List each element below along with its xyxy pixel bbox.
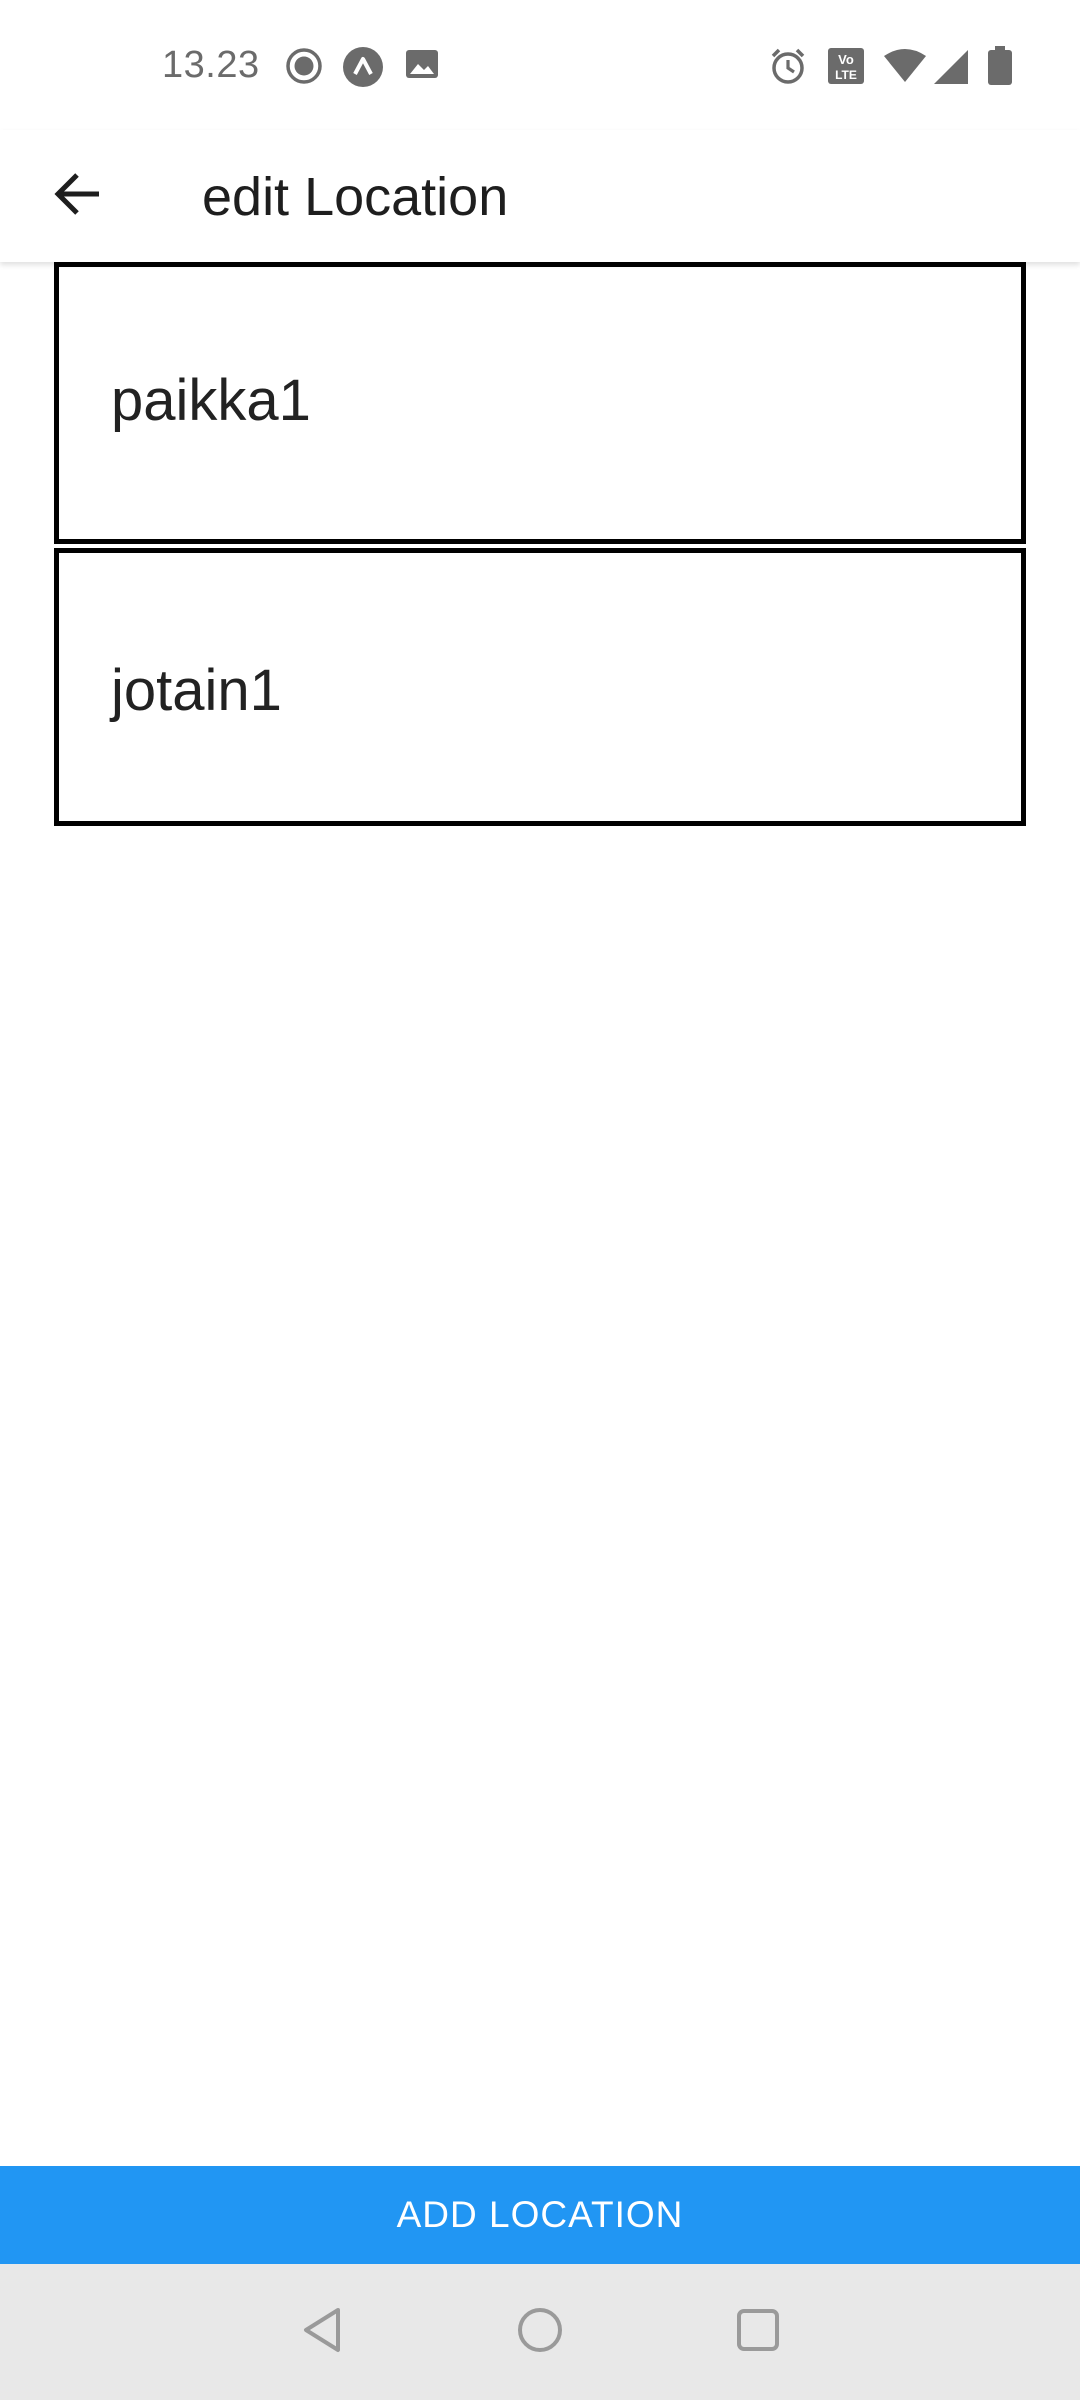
volte-icon: Vo LTE	[826, 46, 866, 86]
status-time: 13.23	[162, 44, 260, 86]
home-circle-icon	[515, 2305, 565, 2360]
screen: 13.23 Vo LTE edit Location paikka1 jotai…	[0, 0, 1080, 2400]
location-label: jotain1	[111, 658, 282, 723]
image-icon	[404, 46, 444, 86]
location-item[interactable]: paikka1	[54, 262, 1026, 544]
recents-square-icon	[734, 2306, 782, 2359]
nav-recents-button[interactable]	[728, 2302, 788, 2362]
arrow-left-icon	[53, 172, 103, 221]
location-list: paikka1 jotain1	[54, 262, 1026, 826]
volte-top-text: Vo	[838, 52, 854, 67]
wifi-icon	[882, 46, 928, 86]
page-title: edit Location	[202, 167, 509, 227]
nav-home-button[interactable]	[510, 2302, 570, 2362]
nav-back-button[interactable]	[292, 2302, 352, 2362]
add-location-button[interactable]: ADD LOCATION	[0, 2166, 1080, 2264]
location-label: paikka1	[111, 368, 311, 433]
back-triangle-icon	[298, 2305, 346, 2360]
navigation-bar	[0, 2264, 1080, 2400]
status-bar: 13.23 Vo LTE	[0, 0, 1080, 130]
volte-bottom-text: LTE	[835, 68, 857, 82]
back-button[interactable]	[40, 158, 116, 234]
app-icon	[342, 46, 383, 87]
battery-icon	[986, 46, 1014, 86]
record-icon	[284, 46, 324, 86]
alarm-icon	[768, 46, 808, 86]
app-bar: edit Location	[0, 130, 1080, 262]
location-item[interactable]: jotain1	[54, 548, 1026, 826]
signal-icon	[930, 46, 970, 86]
